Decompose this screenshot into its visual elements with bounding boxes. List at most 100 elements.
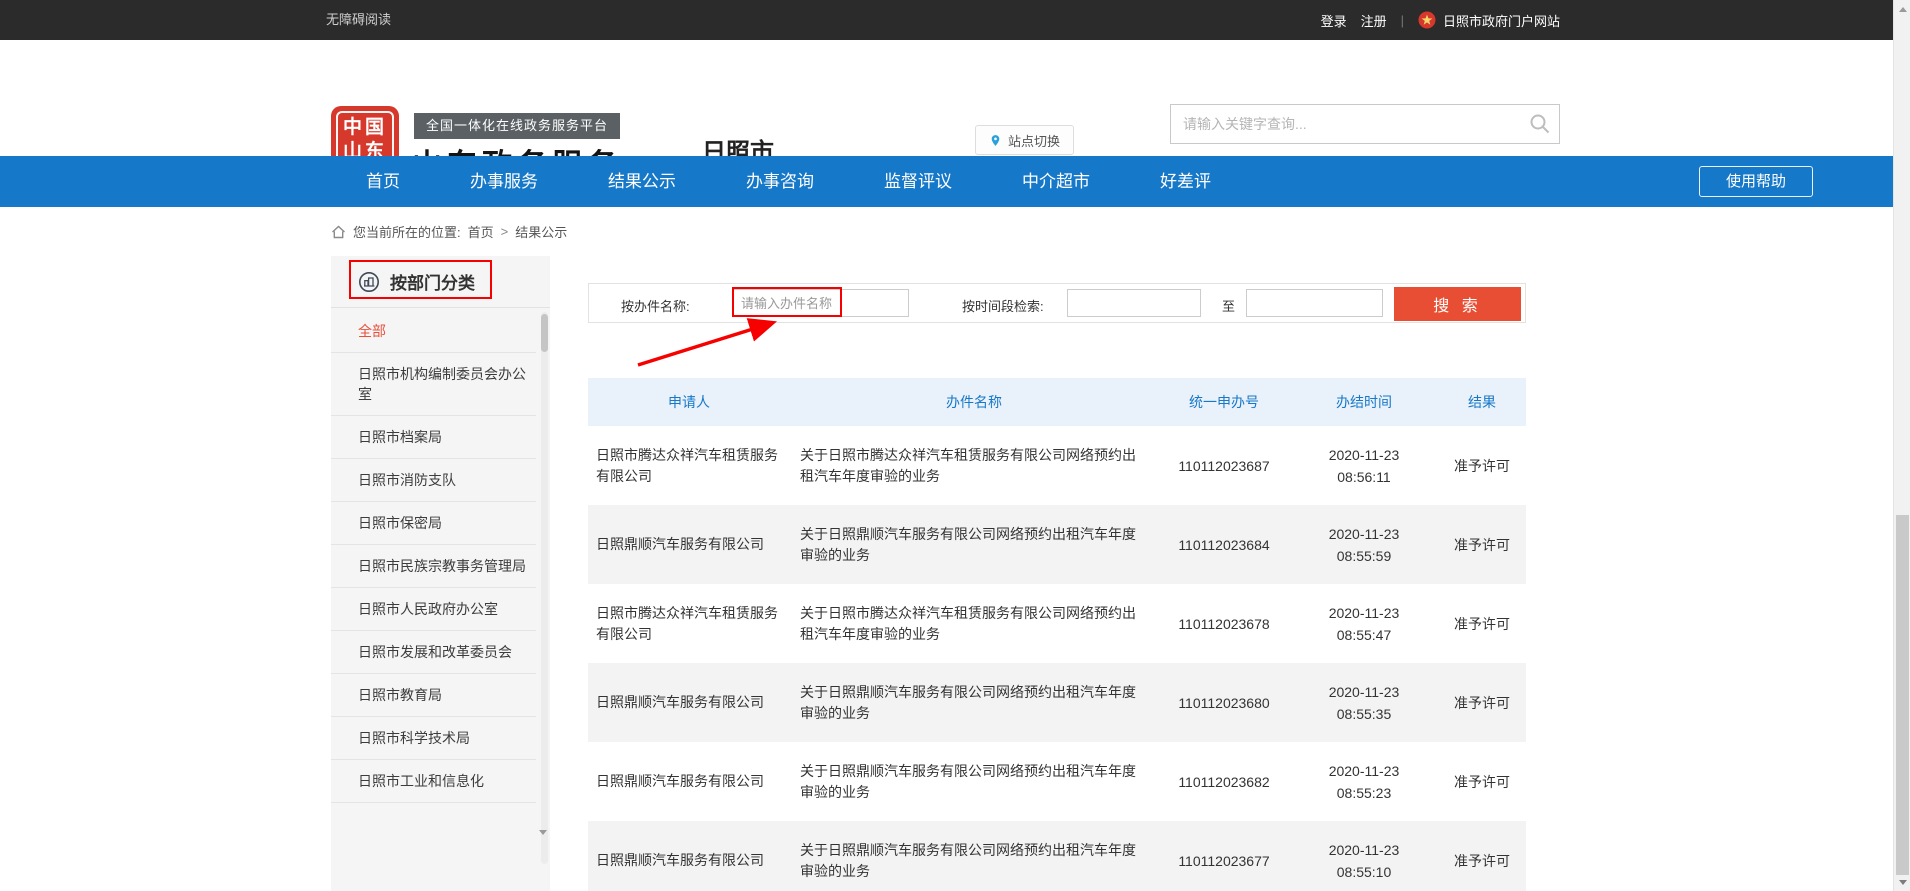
search-icon[interactable]: [1528, 112, 1552, 136]
result-cell: 准予许可: [1438, 851, 1526, 871]
apply-no-cell: 110112023680: [1158, 695, 1290, 711]
apply-no-cell: 110112023684: [1158, 537, 1290, 553]
portal-link[interactable]: 日照市政府门户网站: [1418, 11, 1560, 30]
window-scrollbar-thumb[interactable]: [1896, 515, 1909, 875]
home-icon: [331, 225, 346, 239]
scroll-up-icon[interactable]: [1894, 2, 1910, 16]
sidebar-scroll-down-icon[interactable]: [538, 826, 548, 838]
nav-agency-market[interactable]: 中介超市: [987, 156, 1125, 207]
national-emblem-icon: [1418, 11, 1436, 29]
item-name-cell: 关于日照鼎顺汽车服务有限公司网络预约出租汽车年度审验的业务: [790, 682, 1158, 724]
sidebar-scrollbar-track[interactable]: [541, 312, 548, 864]
finish-clock: 08:55:47: [1290, 624, 1438, 646]
date-from-input[interactable]: [1067, 289, 1201, 317]
table-row: 日照鼎顺汽车服务有限公司 关于日照鼎顺汽车服务有限公司网络预约出租汽车年度审验的…: [588, 821, 1526, 891]
nav-services[interactable]: 办事服务: [435, 156, 573, 207]
window-scrollbar[interactable]: [1893, 0, 1910, 891]
sidebar-header: 按部门分类: [331, 256, 550, 308]
scroll-down-icon[interactable]: [1894, 875, 1910, 889]
item-name-cell: 关于日照鼎顺汽车服务有限公司网络预约出租汽车年度审验的业务: [790, 840, 1158, 882]
finish-date: 2020-11-23: [1290, 444, 1438, 466]
table-header-row: 申请人 办件名称 统一申办号 办结时间 结果: [588, 378, 1526, 426]
finish-time-cell: 2020-11-23 08:55:35: [1290, 681, 1438, 725]
site-switch-button[interactable]: 站点切换: [975, 125, 1074, 155]
search-button[interactable]: 搜 索: [1394, 287, 1521, 321]
accessibility-link[interactable]: 无障碍阅读: [326, 0, 391, 40]
nav-rating[interactable]: 好差评: [1125, 156, 1246, 207]
breadcrumb: 您当前所在的位置: 首页 > 结果公示: [331, 207, 567, 256]
site-switch-label: 站点切换: [1008, 131, 1060, 150]
col-header-applicant: 申请人: [588, 392, 790, 413]
time-range-label: 按时间段检索:: [962, 296, 1044, 315]
login-link[interactable]: 登录: [1321, 11, 1347, 30]
date-to-input[interactable]: [1246, 289, 1383, 317]
results-main: 按办件名称: 按时间段检索: 至 搜 索 申请人 办件名称 统一申办号 办结时间…: [588, 256, 1526, 891]
col-header-result: 结果: [1438, 392, 1526, 412]
item-name-label: 按办件名称:: [621, 296, 690, 315]
sidebar-item-secrecy[interactable]: 日照市保密局: [331, 502, 536, 545]
portal-label: 日照市政府门户网站: [1443, 11, 1560, 30]
breadcrumb-separator: >: [501, 224, 509, 239]
applicant-cell: 日照市腾达众祥汽车租赁服务有限公司: [588, 445, 790, 487]
sidebar-item-archives[interactable]: 日照市档案局: [331, 416, 536, 459]
finish-date: 2020-11-23: [1290, 839, 1438, 861]
to-label: 至: [1222, 296, 1235, 315]
sidebar-item-fire[interactable]: 日照市消防支队: [331, 459, 536, 502]
nav-supervision[interactable]: 监督评议: [849, 156, 987, 207]
nav-home[interactable]: 首页: [331, 156, 435, 207]
result-cell: 准予许可: [1438, 772, 1526, 792]
sidebar-item-gov-office[interactable]: 日照市人民政府办公室: [331, 588, 536, 631]
sidebar-item-science-tech[interactable]: 日照市科学技术局: [331, 717, 536, 760]
finish-date: 2020-11-23: [1290, 681, 1438, 703]
finish-time-cell: 2020-11-23 08:55:59: [1290, 523, 1438, 567]
department-sidebar: 按部门分类 全部 日照市机构编制委员会办公室 日照市档案局 日照市消防支队 日照…: [331, 256, 550, 891]
topbar-separator: |: [1401, 13, 1404, 28]
main-navigation: 首页 办事服务 结果公示 办事咨询 监督评议 中介超市 好差评 使用帮助: [0, 156, 1910, 207]
location-pin-icon: [989, 133, 1002, 148]
keyword-search-input[interactable]: [1171, 105, 1521, 143]
finish-clock: 08:55:10: [1290, 861, 1438, 883]
sidebar-item-bianban[interactable]: 日照市机构编制委员会办公室: [331, 353, 536, 416]
sidebar-scrollbar-thumb[interactable]: [541, 314, 548, 352]
applicant-cell: 日照鼎顺汽车服务有限公司: [588, 534, 790, 555]
sidebar-title: 按部门分类: [390, 269, 475, 294]
apply-no-cell: 110112023682: [1158, 774, 1290, 790]
breadcrumb-prefix: 您当前所在的位置:: [353, 222, 461, 241]
item-name-cell: 关于日照市腾达众祥汽车租赁服务有限公司网络预约出租汽车年度审验的业务: [790, 603, 1158, 645]
item-name-input[interactable]: [732, 289, 909, 317]
help-button[interactable]: 使用帮助: [1699, 166, 1813, 197]
table-row: 日照鼎顺汽车服务有限公司 关于日照鼎顺汽车服务有限公司网络预约出租汽车年度审验的…: [588, 505, 1526, 584]
breadcrumb-current: 结果公示: [515, 222, 567, 241]
table-row: 日照市腾达众祥汽车租赁服务有限公司 关于日照市腾达众祥汽车租赁服务有限公司网络预…: [588, 584, 1526, 663]
top-right-links: 登录 注册 | 日照市政府门户网站: [1321, 0, 1560, 40]
finish-date: 2020-11-23: [1290, 602, 1438, 624]
finish-time-cell: 2020-11-23 08:55:10: [1290, 839, 1438, 883]
col-header-item-name: 办件名称: [790, 392, 1158, 413]
table-row: 日照市腾达众祥汽车租赁服务有限公司 关于日照市腾达众祥汽车租赁服务有限公司网络预…: [588, 426, 1526, 505]
site-header: 中国 山东 全国一体化在线政务服务平台 山东政务服务 日照市 站点切换 全部: [0, 40, 1910, 156]
finish-time-cell: 2020-11-23 08:56:11: [1290, 444, 1438, 488]
result-cell: 准予许可: [1438, 535, 1526, 555]
applicant-cell: 日照鼎顺汽车服务有限公司: [588, 771, 790, 792]
nav-consult[interactable]: 办事咨询: [711, 156, 849, 207]
sidebar-item-all[interactable]: 全部: [331, 310, 536, 353]
nav-results[interactable]: 结果公示: [573, 156, 711, 207]
table-row: 日照鼎顺汽车服务有限公司 关于日照鼎顺汽车服务有限公司网络预约出租汽车年度审验的…: [588, 663, 1526, 742]
result-cell: 准予许可: [1438, 614, 1526, 634]
sidebar-item-education[interactable]: 日照市教育局: [331, 674, 536, 717]
col-header-finish-time: 办结时间: [1290, 391, 1438, 413]
finish-clock: 08:55:23: [1290, 782, 1438, 804]
result-filter-bar: 按办件名称: 按时间段检索: 至 搜 索: [588, 283, 1526, 323]
keyword-search-box: [1170, 104, 1560, 144]
finish-date: 2020-11-23: [1290, 523, 1438, 545]
table-row: 日照鼎顺汽车服务有限公司 关于日照鼎顺汽车服务有限公司网络预约出租汽车年度审验的…: [588, 742, 1526, 821]
results-table: 申请人 办件名称 统一申办号 办结时间 结果 日照市腾达众祥汽车租赁服务有限公司…: [588, 378, 1526, 891]
finish-time-cell: 2020-11-23 08:55:47: [1290, 602, 1438, 646]
sidebar-item-ethnic-religion[interactable]: 日照市民族宗教事务管理局: [331, 545, 536, 588]
col-header-apply-no: 统一申办号: [1158, 392, 1290, 412]
sidebar-item-industry-it[interactable]: 日照市工业和信息化: [331, 760, 536, 803]
breadcrumb-home-link[interactable]: 首页: [468, 222, 494, 241]
applicant-cell: 日照鼎顺汽车服务有限公司: [588, 850, 790, 871]
sidebar-item-development-reform[interactable]: 日照市发展和改革委员会: [331, 631, 536, 674]
register-link[interactable]: 注册: [1361, 11, 1387, 30]
